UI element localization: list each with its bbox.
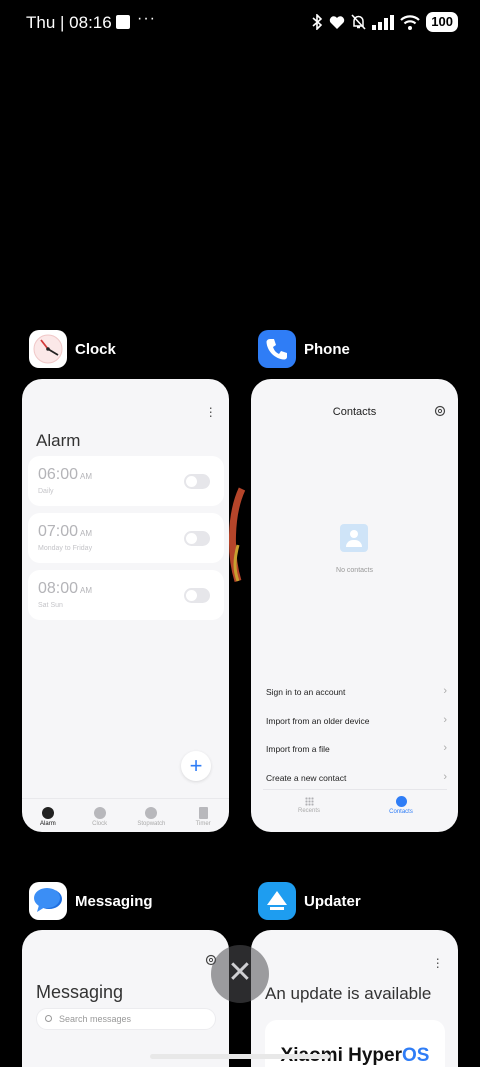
clock-bottom-nav: Alarm Clock Stopwatch Timer xyxy=(22,798,229,832)
status-time: Thu | 08:16 xyxy=(26,13,112,32)
alarm-time-row: 08:00 AM xyxy=(38,580,92,598)
alarm-repeat: Daily xyxy=(38,488,54,495)
chevron-right-icon: › xyxy=(443,771,447,783)
app-title-messaging: Messaging xyxy=(75,892,153,910)
app-title-clock: Clock xyxy=(75,340,116,358)
settings-gear-icon[interactable] xyxy=(434,405,446,417)
dialpad-icon xyxy=(304,797,314,806)
messaging-screen-title: Messaging xyxy=(36,982,124,1002)
chevron-right-icon: › xyxy=(443,685,447,697)
tab-label: Clock xyxy=(92,820,108,827)
tab-contacts[interactable]: Contacts xyxy=(355,790,447,819)
hourglass-icon xyxy=(198,806,208,819)
app-header-phone[interactable]: Phone xyxy=(258,330,350,368)
app-card-clock[interactable]: · · · Alarm 06:00 AM Daily 07:00 AM Monday t… xyxy=(22,379,229,832)
more-options-icon[interactable]: · · · xyxy=(435,951,440,973)
search-placeholder: Search messages xyxy=(59,1014,132,1024)
brand-os-text: OS xyxy=(401,1045,430,1066)
mute-bell-icon xyxy=(351,14,366,30)
app-header-updater[interactable]: Updater xyxy=(258,882,361,920)
tab-timer[interactable]: Timer xyxy=(177,799,229,832)
contacts-screen-title: Contacts xyxy=(332,406,377,418)
bluetooth-icon xyxy=(312,14,323,30)
tab-label: Alarm xyxy=(40,820,56,827)
alarm-repeat: Sat Sun xyxy=(38,602,63,609)
tab-label: Contacts xyxy=(389,809,413,815)
app-card-updater[interactable]: · · · An update is available Xiaomi HyperO… xyxy=(251,930,458,1067)
alarm-time-row: 07:00 AM xyxy=(38,523,92,541)
clear-all-button[interactable]: ✕ xyxy=(211,945,269,1003)
tab-recents[interactable]: Recents xyxy=(263,790,355,819)
alarm-ampm: AM xyxy=(80,472,93,481)
option-label: Create a new contact xyxy=(266,773,347,783)
tab-label: Stopwatch xyxy=(137,820,166,827)
option-label: Import from an older device xyxy=(266,716,370,726)
more-notifications-icon: ··· xyxy=(137,10,156,27)
heart-icon xyxy=(330,15,345,29)
tab-label: Timer xyxy=(195,820,211,827)
phone-app-icon xyxy=(258,330,296,368)
app-header-clock[interactable]: Clock xyxy=(29,330,116,368)
more-options-icon[interactable]: · · · xyxy=(208,400,213,422)
wallpaper-decoration xyxy=(228,487,246,583)
phone-bottom-nav: Recents Contacts xyxy=(263,789,447,819)
option-import-file[interactable]: Import from a file › xyxy=(266,742,447,754)
gesture-navigation-bar[interactable] xyxy=(150,1054,330,1059)
tab-alarm[interactable]: Alarm xyxy=(22,799,74,832)
search-icon xyxy=(45,1015,52,1022)
app-header-messaging[interactable]: Messaging xyxy=(29,882,153,920)
messaging-app-icon xyxy=(29,882,67,920)
add-alarm-button[interactable]: + xyxy=(181,751,211,781)
chevron-right-icon: › xyxy=(443,714,447,726)
update-available-title: An update is available xyxy=(265,984,432,1003)
alarm-time: 08:00 xyxy=(38,580,79,597)
contact-placeholder-icon xyxy=(340,524,368,552)
alarm-ampm: AM xyxy=(80,529,93,538)
signal-icon xyxy=(372,14,395,30)
tab-stopwatch[interactable]: Stopwatch xyxy=(126,799,178,832)
alarm-time-row: 06:00 AM xyxy=(38,466,92,484)
option-import-older-device[interactable]: Import from an older device › xyxy=(266,714,447,726)
app-title-phone: Phone xyxy=(304,340,350,358)
clock-app-icon xyxy=(29,330,67,368)
notification-square-icon xyxy=(116,15,130,29)
alarm-ampm: AM xyxy=(80,586,93,595)
app-title-updater: Updater xyxy=(304,892,361,910)
status-bar: Thu | 08:16 ··· 100 xyxy=(0,0,480,46)
search-messages-input[interactable]: Search messages xyxy=(36,1008,216,1030)
option-label: Sign in to an account xyxy=(266,687,346,697)
option-create-contact[interactable]: Create a new contact › xyxy=(266,771,447,783)
chevron-right-icon: › xyxy=(443,742,447,754)
alarm-screen-title: Alarm xyxy=(36,431,81,450)
wifi-icon xyxy=(400,14,421,30)
app-card-messaging[interactable]: Messaging Search messages xyxy=(22,930,229,1067)
tab-clock[interactable]: Clock xyxy=(74,799,126,832)
person-icon xyxy=(395,796,407,807)
alarm-toggle[interactable] xyxy=(184,588,210,603)
hyperos-banner: Xiaomi HyperOS xyxy=(265,1020,445,1067)
clock-icon xyxy=(93,806,106,819)
alarm-time: 06:00 xyxy=(38,466,79,483)
battery-indicator: 100 xyxy=(426,12,458,32)
updater-app-icon xyxy=(258,882,296,920)
option-label: Import from a file xyxy=(266,744,330,754)
alarm-icon xyxy=(41,806,54,819)
stopwatch-icon xyxy=(145,806,158,819)
alarm-item[interactable]: 06:00 AM Daily xyxy=(28,456,224,506)
alarm-toggle[interactable] xyxy=(184,474,210,489)
tab-label: Recents xyxy=(297,808,320,814)
app-card-phone[interactable]: Contacts No contacts Sign in to an accou… xyxy=(251,379,458,832)
alarm-item[interactable]: 07:00 AM Monday to Friday xyxy=(28,513,224,563)
empty-contacts-text: No contacts xyxy=(336,567,373,574)
alarm-repeat: Monday to Friday xyxy=(38,545,93,552)
alarm-time: 07:00 xyxy=(38,523,79,540)
alarm-toggle[interactable] xyxy=(184,531,210,546)
alarm-item[interactable]: 08:00 AM Sat Sun xyxy=(28,570,224,620)
option-sign-in[interactable]: Sign in to an account › xyxy=(266,685,447,697)
status-icons: 100 xyxy=(312,12,458,32)
